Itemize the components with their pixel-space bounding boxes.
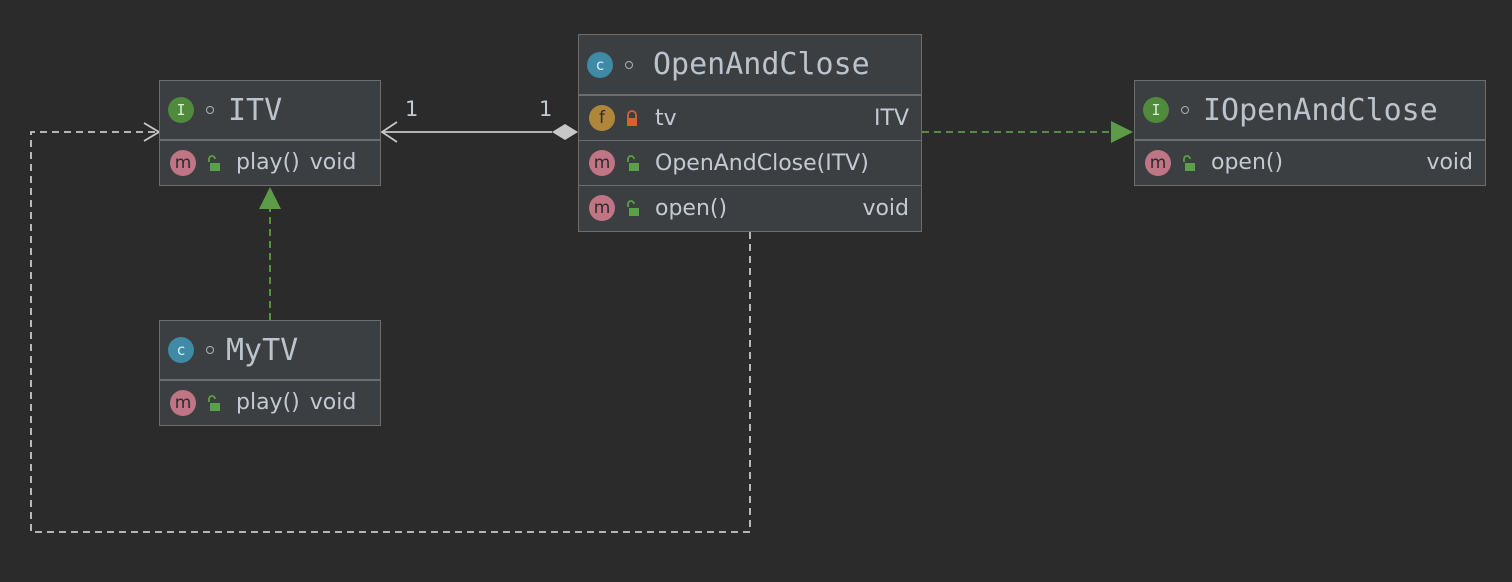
field-row[interactable]: f tv ITV bbox=[579, 95, 921, 140]
public-lock-icon bbox=[206, 154, 220, 171]
method-row[interactable]: m open() void bbox=[579, 185, 921, 230]
constructor-row[interactable]: m OpenAndClose(ITV) bbox=[579, 140, 921, 185]
method-icon: m bbox=[589, 150, 615, 176]
method-name: play() bbox=[236, 390, 300, 415]
multiplicity-label-itv-end: 1 bbox=[405, 97, 419, 121]
interface-icon: I bbox=[168, 97, 194, 123]
class-box-iopenandclose[interactable]: I IOpenAndClose m open() void bbox=[1134, 80, 1486, 186]
class-icon: c bbox=[168, 337, 194, 363]
aggregation-diamond bbox=[552, 124, 578, 140]
package-visibility-icon bbox=[1181, 106, 1189, 114]
method-row[interactable]: m open() void bbox=[1135, 140, 1485, 184]
field-name: tv bbox=[655, 105, 677, 131]
private-lock-icon bbox=[625, 110, 639, 126]
method-return-type: void bbox=[862, 195, 909, 221]
public-lock-icon bbox=[1181, 154, 1195, 171]
method-icon: m bbox=[170, 389, 196, 416]
method-icon: m bbox=[170, 149, 196, 176]
class-header-itv[interactable]: I ITV bbox=[160, 81, 380, 140]
class-name: IOpenAndClose bbox=[1203, 92, 1438, 128]
package-visibility-icon bbox=[206, 346, 214, 354]
class-name: OpenAndClose bbox=[653, 47, 870, 82]
method-row[interactable]: m play() void bbox=[160, 140, 380, 184]
public-lock-icon bbox=[206, 394, 220, 411]
method-return-type: void bbox=[309, 150, 357, 175]
public-lock-icon bbox=[625, 200, 639, 216]
method-name: play() bbox=[236, 150, 300, 175]
class-box-itv[interactable]: I ITV m play() void bbox=[159, 80, 381, 186]
class-header-iopenandclose[interactable]: I IOpenAndClose bbox=[1135, 81, 1485, 140]
public-lock-icon bbox=[625, 155, 639, 171]
method-row[interactable]: m play() void bbox=[160, 380, 380, 424]
class-name: MyTV bbox=[226, 332, 299, 368]
class-name: ITV bbox=[228, 92, 283, 128]
class-header-mytv[interactable]: c MyTV bbox=[160, 321, 380, 380]
interface-icon: I bbox=[1143, 97, 1169, 123]
field-icon: f bbox=[589, 105, 615, 131]
class-icon: c bbox=[587, 51, 613, 78]
multiplicity-label-openandclose-end: 1 bbox=[539, 97, 553, 121]
method-name: open() bbox=[1211, 150, 1284, 175]
method-icon: m bbox=[1145, 149, 1171, 176]
method-return-type: void bbox=[1426, 150, 1473, 175]
package-visibility-icon bbox=[206, 106, 214, 114]
realization-arrowhead-mytv bbox=[259, 187, 281, 209]
field-type: ITV bbox=[874, 105, 909, 131]
package-visibility-icon bbox=[625, 60, 633, 69]
class-header-openandclose[interactable]: c OpenAndClose bbox=[579, 35, 921, 95]
realization-arrowhead-openandclose bbox=[1111, 121, 1133, 143]
constructor-name: OpenAndClose(ITV) bbox=[655, 150, 869, 176]
class-box-mytv[interactable]: c MyTV m play() void bbox=[159, 320, 381, 426]
method-return-type: void bbox=[309, 390, 357, 415]
method-name: open() bbox=[655, 195, 728, 221]
method-icon: m bbox=[589, 195, 615, 221]
class-box-openandclose[interactable]: c OpenAndClose f tv ITV m OpenAndClose(I… bbox=[578, 34, 922, 232]
